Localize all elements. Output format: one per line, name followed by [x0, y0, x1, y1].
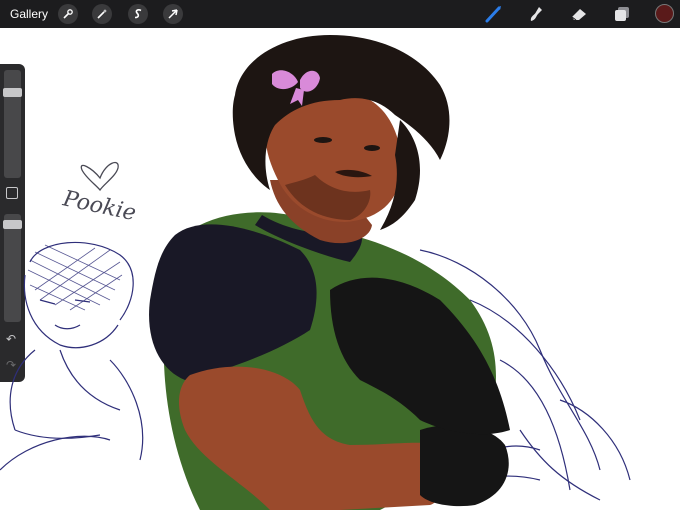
color-swatch-button[interactable] — [655, 4, 674, 23]
transform-arrow-icon — [168, 9, 178, 19]
brush-tool-button[interactable] — [484, 4, 504, 24]
selection-button[interactable] — [128, 4, 148, 24]
layers-button[interactable] — [612, 4, 632, 24]
magic-wand-icon — [97, 9, 107, 19]
layers-icon — [615, 7, 629, 21]
adjustments-button[interactable] — [92, 4, 112, 24]
transform-button[interactable] — [163, 4, 183, 24]
actions-wrench-button[interactable] — [58, 4, 78, 24]
wrench-icon — [63, 9, 73, 19]
brush-icon — [485, 6, 501, 23]
smudge-icon — [530, 7, 542, 21]
gallery-button[interactable]: Gallery — [10, 7, 48, 21]
gloved-hand — [420, 425, 509, 507]
drawing-canvas[interactable]: Pookie — [0, 28, 680, 510]
selection-s-icon — [134, 9, 142, 19]
smudge-tool-button[interactable] — [526, 4, 546, 24]
top-toolbar: Gallery — [0, 0, 680, 28]
background-sketch-figure — [0, 241, 144, 471]
handwritten-note: Pookie — [60, 186, 138, 226]
eraser-icon — [571, 9, 586, 21]
heart-doodle — [80, 161, 119, 192]
eraser-tool-button[interactable] — [569, 4, 589, 24]
